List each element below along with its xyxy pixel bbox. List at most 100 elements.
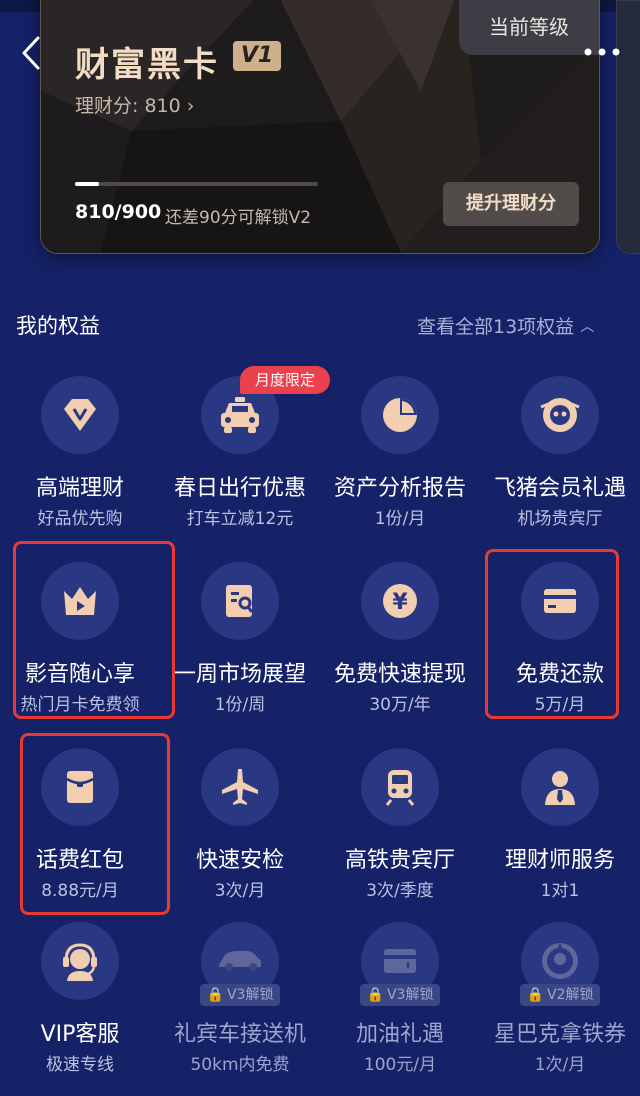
benefit-title: 一周市场展望 bbox=[173, 662, 306, 687]
benefit-icon-circle bbox=[521, 562, 599, 640]
v2-unlock-tag: 🔒 V2解锁 bbox=[520, 984, 600, 1006]
benefit-subtitle: 30万/年 bbox=[369, 695, 431, 715]
benefit-icon-circle: ¥ bbox=[361, 562, 439, 640]
yen-coin-icon: ¥ bbox=[383, 584, 417, 618]
current-level-label: 当前等级 bbox=[459, 0, 599, 55]
membership-card[interactable]: 财富黑卡 V1 理财分: 810 › 当前等级 810/900 还差90分可解锁… bbox=[40, 0, 600, 254]
benefit-title: 免费还款 bbox=[515, 662, 604, 687]
benefit-subtitle: 好品优先购 bbox=[37, 509, 123, 529]
benefit-title: 高端理财 bbox=[35, 476, 124, 501]
benefit-title: 影音随心享 bbox=[24, 662, 135, 687]
level-progress-fill bbox=[75, 182, 100, 186]
v3-unlock-tag: 🔒 V3解锁 bbox=[360, 984, 440, 1006]
upgrade-score-button[interactable]: 提升理财分 bbox=[443, 182, 579, 226]
benefit-title: 礼宾车接送机 bbox=[173, 1022, 306, 1047]
benefit-icon-circle bbox=[41, 922, 119, 1000]
benefit-subtitle: 机场贵宾厅 bbox=[517, 509, 603, 529]
benefit-subtitle: 100元/月 bbox=[363, 1055, 437, 1075]
benefit-icon-circle bbox=[201, 562, 279, 640]
benefit-subtitle: 打车立减12元 bbox=[186, 509, 294, 529]
credit-card-icon bbox=[544, 589, 576, 613]
benefit-airport-car-service[interactable]: 🔒 V3解锁 礼宾车接送机 50km内免费 bbox=[160, 906, 320, 1096]
benefit-title: 免费快速提现 bbox=[333, 662, 466, 687]
taxi-icon bbox=[221, 397, 259, 433]
benefit-fuel-gift[interactable]: 🔒 V3解锁 加油礼遇 100元/月 bbox=[320, 906, 480, 1096]
benefit-free-repayment[interactable]: 免费还款 5万/月 bbox=[480, 546, 640, 736]
benefit-title: VIP客服 bbox=[40, 1022, 120, 1047]
benefit-title: 飞猪会员礼遇 bbox=[493, 476, 626, 501]
benefit-icon-circle bbox=[361, 748, 439, 826]
chevron-up-icon: ︿ bbox=[580, 319, 595, 335]
benefit-subtitle: 热门月卡免费领 bbox=[20, 695, 140, 715]
lock-icon: 🔒 bbox=[206, 987, 224, 1003]
back-arrow-icon bbox=[22, 36, 40, 70]
pie-chart-icon bbox=[383, 398, 417, 432]
monthly-limited-tag: 月度限定 bbox=[240, 366, 330, 394]
benefit-financial-advisor[interactable]: 理财师服务 1对1 bbox=[480, 732, 640, 922]
svg-text:¥: ¥ bbox=[392, 590, 408, 615]
more-options-button[interactable] bbox=[582, 40, 626, 64]
level-progress-bar bbox=[75, 182, 318, 186]
benefit-subtitle: 5万/月 bbox=[534, 695, 586, 715]
benefit-icon-circle bbox=[201, 748, 279, 826]
lock-label: V2解锁 bbox=[546, 987, 594, 1003]
airplane-icon bbox=[222, 769, 258, 805]
progress-text: 810/900 bbox=[75, 201, 162, 223]
benefit-title: 资产分析报告 bbox=[333, 476, 466, 501]
starbucks-icon bbox=[542, 943, 578, 979]
red-envelope-icon bbox=[66, 771, 94, 803]
benefit-subtitle: 8.88元/月 bbox=[41, 881, 119, 901]
fliggy-icon bbox=[540, 398, 580, 432]
advisor-icon bbox=[545, 771, 575, 805]
benefit-title: 理财师服务 bbox=[504, 848, 615, 873]
benefit-title: 话费红包 bbox=[35, 848, 124, 873]
benefit-free-withdrawal[interactable]: ¥ 免费快速提现 30万/年 bbox=[320, 546, 480, 736]
benefit-phone-bill-red-packet[interactable]: 话费红包 8.88元/月 bbox=[0, 732, 160, 922]
benefit-title: 加油礼遇 bbox=[355, 1022, 444, 1047]
benefit-weekly-outlook[interactable]: 一周市场展望 1份/周 bbox=[160, 546, 320, 736]
benefit-fast-security-check[interactable]: 快速安检 3次/月 bbox=[160, 732, 320, 922]
benefit-title: 快速安检 bbox=[195, 848, 284, 873]
progress-hint: 还差90分可解锁V2 bbox=[165, 208, 312, 228]
score-link[interactable]: 理财分: 810 › bbox=[75, 91, 194, 118]
v3-unlock-tag: 🔒 V3解锁 bbox=[200, 984, 280, 1006]
crown-play-icon bbox=[64, 587, 96, 615]
benefit-subtitle: 3次/月 bbox=[214, 881, 266, 901]
lock-icon: 🔒 bbox=[366, 987, 384, 1003]
benefit-title: 春日出行优惠 bbox=[173, 476, 306, 501]
benefit-high-speed-rail-lounge[interactable]: 高铁贵宾厅 3次/季度 bbox=[320, 732, 480, 922]
lock-label: V3解锁 bbox=[386, 987, 434, 1003]
back-button[interactable] bbox=[14, 30, 54, 76]
benefit-icon-circle bbox=[361, 376, 439, 454]
benefit-asset-report[interactable]: 资产分析报告 1份/月 bbox=[320, 360, 480, 550]
next-level-card-peek[interactable] bbox=[616, 0, 640, 254]
fuel-card-icon bbox=[384, 949, 416, 973]
benefit-subtitle: 1对1 bbox=[540, 881, 580, 901]
benefit-icon-circle bbox=[521, 748, 599, 826]
benefit-premium-wealth[interactable]: 高端理财 好品优先购 bbox=[0, 360, 160, 550]
lock-label: V3解锁 bbox=[226, 987, 274, 1003]
benefit-icon-circle bbox=[521, 376, 599, 454]
benefit-subtitle: 1份/月 bbox=[374, 509, 426, 529]
benefit-starbucks-latte[interactable]: 🔒 V2解锁 星巴克拿铁券 1次/月 bbox=[480, 906, 640, 1096]
benefit-media-membership[interactable]: 影音随心享 热门月卡免费领 bbox=[0, 546, 160, 736]
benefit-vip-customer-service[interactable]: VIP客服 极速专线 bbox=[0, 906, 160, 1096]
benefit-subtitle: 1份/周 bbox=[214, 695, 266, 715]
view-all-benefits-link[interactable]: 查看全部13项权益 ︿ bbox=[417, 312, 594, 339]
train-icon bbox=[385, 770, 415, 806]
my-benefits-title: 我的权益 bbox=[16, 314, 100, 338]
benefit-icon-circle bbox=[41, 562, 119, 640]
more-dots-icon bbox=[584, 48, 620, 56]
benefit-icon-circle bbox=[41, 748, 119, 826]
benefit-fliggy-member[interactable]: 飞猪会员礼遇 机场贵宾厅 bbox=[480, 360, 640, 550]
benefit-subtitle: 50km内免费 bbox=[190, 1055, 290, 1075]
benefit-subtitle: 3次/季度 bbox=[366, 881, 434, 901]
benefit-subtitle: 极速专线 bbox=[46, 1055, 114, 1075]
benefit-title: 高铁贵宾厅 bbox=[344, 848, 455, 873]
car-icon bbox=[219, 951, 261, 971]
benefit-subtitle: 1次/月 bbox=[534, 1055, 586, 1075]
card-title: 财富黑卡 bbox=[75, 45, 219, 85]
benefit-title: 星巴克拿铁券 bbox=[493, 1022, 626, 1047]
headset-icon bbox=[63, 943, 97, 981]
view-all-label: 查看全部13项权益 bbox=[417, 316, 575, 338]
